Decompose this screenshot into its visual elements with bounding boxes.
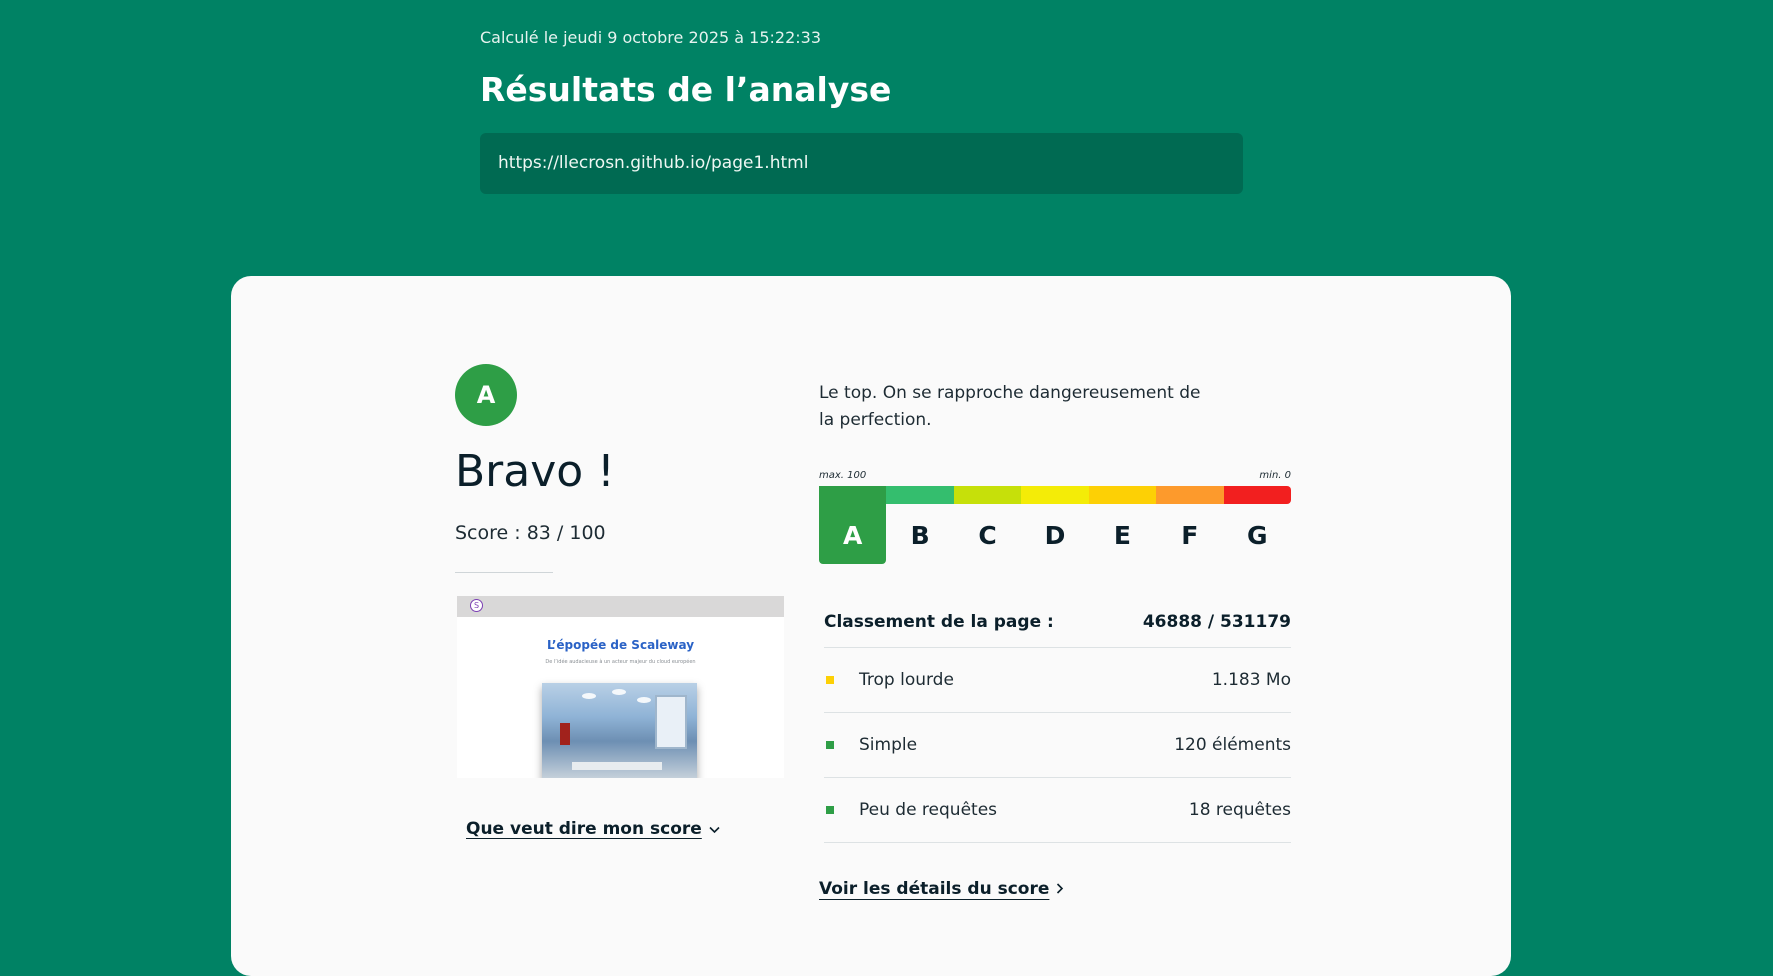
chevron-down-icon xyxy=(709,822,720,838)
page-title: Résultats de l’analyse xyxy=(480,70,892,109)
status-dot-icon xyxy=(826,806,834,814)
site-logo-icon: S xyxy=(470,599,483,612)
metric-label: Trop lourde xyxy=(859,670,954,690)
page-thumbnail: S L’épopée de Scaleway De l’idée audacie… xyxy=(457,596,784,778)
metric-row: Simple 120 éléments xyxy=(824,713,1291,778)
metric-row: Peu de requêtes 18 requêtes xyxy=(824,778,1291,843)
grade-letter-a: A xyxy=(819,486,887,564)
scale-max-label: max. 100 xyxy=(819,470,867,481)
divider xyxy=(455,572,553,573)
score-details-label: Voir les détails du score xyxy=(819,879,1050,899)
status-dot-icon xyxy=(826,676,834,684)
metric-value: 18 requêtes xyxy=(1188,800,1291,820)
grade-letter-c: C xyxy=(978,521,997,550)
grade-letter-b: B xyxy=(910,521,930,550)
score-details-link[interactable]: Voir les détails du score xyxy=(819,879,1064,899)
score-explanation-label: Que veut dire mon score xyxy=(466,819,702,839)
ranking-value: 46888 / 531179 xyxy=(1142,612,1291,632)
status-dot-icon xyxy=(826,741,834,749)
ranking-row: Classement de la page : 46888 / 531179 xyxy=(824,597,1291,648)
grade-letter-d: D xyxy=(1044,521,1066,550)
analyzed-url: https://llecrosn.github.io/page1.html xyxy=(480,133,1243,194)
metric-value: 120 éléments xyxy=(1174,735,1291,755)
results-card: A Bravo ! Score : 83 / 100 S L’épopée de… xyxy=(231,276,1511,976)
thumbnail-title: L’épopée de Scaleway xyxy=(546,638,695,652)
thumbnail-photo xyxy=(542,683,697,778)
ranking-label: Classement de la page : xyxy=(824,612,1054,632)
score-text: Score : 83 / 100 xyxy=(455,522,606,544)
scale-min-label: min. 0 xyxy=(1259,470,1291,481)
grade-badge: A xyxy=(455,364,517,426)
grade-scale: max. 100 min. 0 AB C D E F G xyxy=(819,470,1291,564)
grade-letters: AB C D E F G xyxy=(819,486,1291,564)
grade-letter-g: G xyxy=(1246,521,1268,550)
calculated-timestamp: Calculé le jeudi 9 octobre 2025 à 15:22:… xyxy=(480,28,822,47)
grade-letter-e: E xyxy=(1113,521,1131,550)
thumbnail-subtitle: De l’idée audacieuse à un acteur majeur … xyxy=(545,659,696,665)
metric-row: Trop lourde 1.183 Mo xyxy=(824,648,1291,713)
grade-letter-f: F xyxy=(1181,521,1199,550)
thumbnail-topbar: S xyxy=(457,596,784,617)
result-description: Le top. On se rapproche dangereusement d… xyxy=(819,383,1201,430)
metric-label: Peu de requêtes xyxy=(859,800,998,820)
metrics-table: Classement de la page : 46888 / 531179 T… xyxy=(824,597,1291,843)
metric-label: Simple xyxy=(859,735,918,755)
result-headline: Bravo ! xyxy=(455,446,615,497)
score-explanation-link[interactable]: Que veut dire mon score xyxy=(466,819,720,839)
metric-value: 1.183 Mo xyxy=(1211,670,1291,690)
chevron-right-icon xyxy=(1056,882,1064,898)
